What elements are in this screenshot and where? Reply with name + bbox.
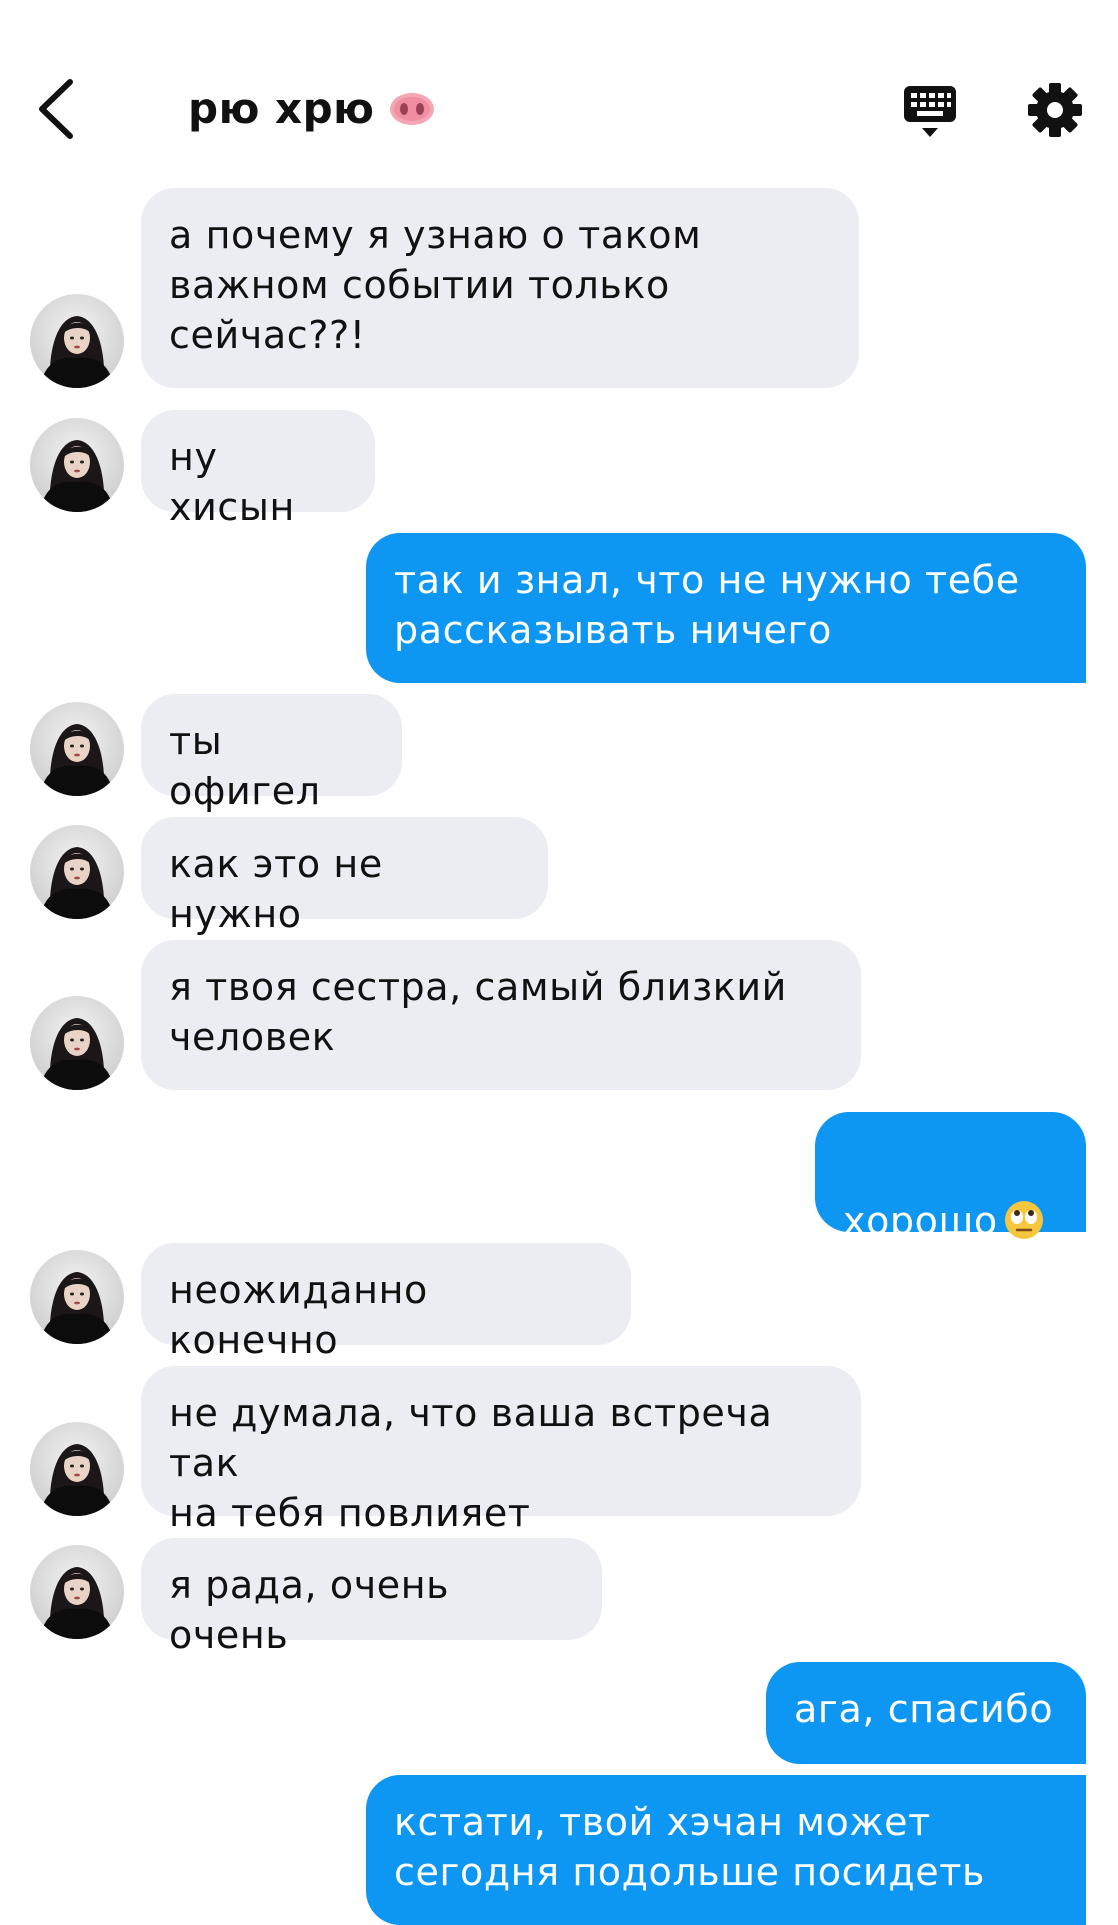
avatar[interactable] xyxy=(30,1422,124,1516)
message-incoming[interactable]: ты офигел xyxy=(141,694,402,813)
message-text: хорошо xyxy=(843,1199,998,1243)
keyboard-icon[interactable] xyxy=(902,82,958,140)
chat-header: рю хрю xyxy=(0,0,1118,170)
avatar[interactable] xyxy=(30,702,124,796)
avatar[interactable] xyxy=(30,1545,124,1639)
avatar[interactable] xyxy=(30,418,124,512)
avatar[interactable] xyxy=(30,996,124,1090)
message-incoming[interactable]: не думала, что ваша встреча так на тебя … xyxy=(141,1366,861,1535)
back-chevron-icon[interactable] xyxy=(34,78,84,140)
avatar[interactable] xyxy=(30,825,124,919)
message-incoming[interactable]: а почему я узнаю о таком важном событии … xyxy=(141,188,859,388)
message-incoming[interactable]: неожиданно конечно xyxy=(141,1243,631,1362)
contact-name: рю хрю xyxy=(188,84,375,133)
message-incoming[interactable]: я рада, очень очень xyxy=(141,1538,602,1657)
message-incoming[interactable]: ну хисын xyxy=(141,410,375,529)
message-outgoing[interactable]: так и знал, что не нужно тебе рассказыва… xyxy=(366,533,1086,683)
pig-nose-icon xyxy=(389,92,434,125)
message-outgoing[interactable]: хорошо xyxy=(815,1112,1086,1243)
gear-icon[interactable] xyxy=(1027,82,1083,138)
message-incoming[interactable]: я твоя сестра, самый близкий человек xyxy=(141,940,861,1090)
message-outgoing[interactable]: кстати, твой хэчан может сегодня подольш… xyxy=(366,1775,1086,1925)
message-incoming[interactable]: как это не нужно xyxy=(141,817,548,936)
avatar[interactable] xyxy=(30,1250,124,1344)
avatar[interactable] xyxy=(30,294,124,388)
message-outgoing[interactable]: ага, спасибо xyxy=(766,1662,1086,1764)
chat-title[interactable]: рю хрю xyxy=(188,84,435,133)
rolling-eyes-emoji-icon xyxy=(1004,1201,1043,1239)
